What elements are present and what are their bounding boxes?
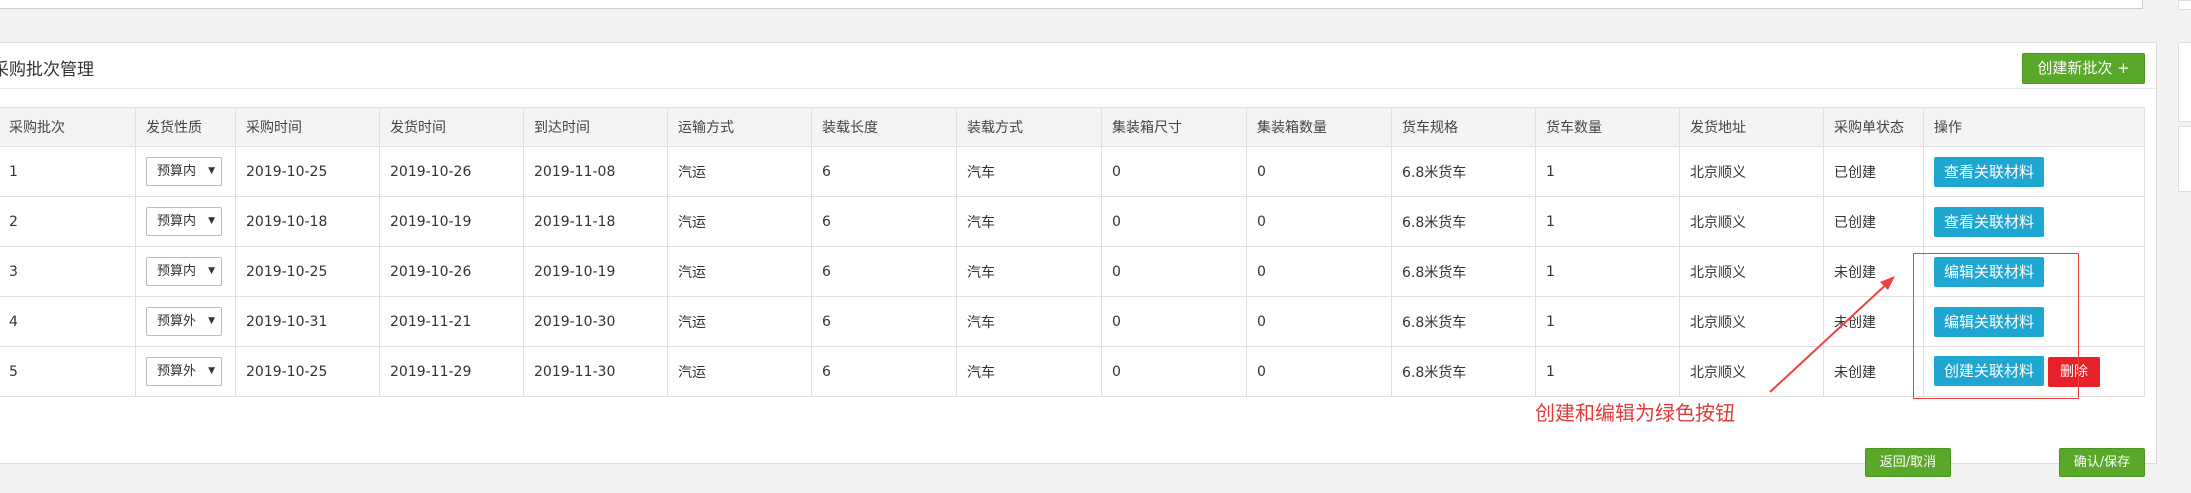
annotation-text: 创建和编辑为绿色按钮 <box>1535 401 1735 425</box>
annotation-arrow-icon <box>1769 276 1895 393</box>
